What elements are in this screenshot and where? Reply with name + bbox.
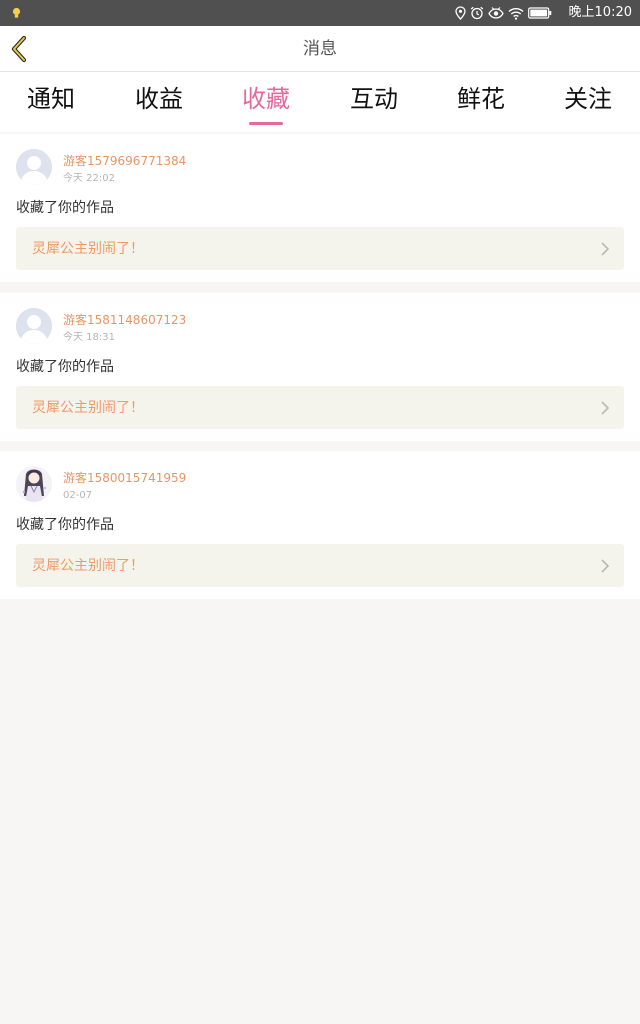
work-link[interactable]: 灵犀公主别闹了！ — [16, 386, 624, 429]
tab-earnings[interactable]: 收益 — [109, 82, 209, 116]
work-title: 灵犀公主别闹了！ — [32, 400, 144, 416]
default-avatar-icon — [16, 149, 52, 185]
bulb-icon — [12, 7, 21, 18]
avatar[interactable] — [16, 308, 52, 344]
chevron-right-icon — [601, 401, 610, 415]
timestamp: 02-07 — [63, 490, 93, 501]
alarm-icon — [470, 6, 484, 20]
timestamp: 今天 22:02 — [63, 173, 115, 184]
page-title: 消息 — [303, 39, 337, 59]
active-tab-indicator — [249, 122, 283, 125]
nav-header: 消息 — [0, 26, 640, 72]
tab-favorites[interactable]: 收藏 — [216, 82, 316, 116]
chevron-right-icon — [601, 559, 610, 573]
username[interactable]: 游客1579696771384 — [63, 154, 186, 169]
username[interactable]: 游客1581148607123 — [63, 313, 186, 328]
status-bar: 晚上10:20 — [0, 0, 640, 26]
chevron-right-icon — [601, 242, 610, 256]
status-icons — [455, 5, 552, 21]
action-text: 收藏了你的作品 — [16, 517, 114, 533]
action-text: 收藏了你的作品 — [16, 200, 114, 216]
tab-flowers[interactable]: 鲜花 — [431, 82, 531, 116]
work-title: 灵犀公主别闹了！ — [32, 241, 144, 257]
message-item: 游客1580015741959 02-07 收藏了你的作品 灵犀公主别闹了！ — [0, 451, 640, 599]
eye-icon — [488, 7, 504, 19]
battery-icon — [528, 7, 552, 19]
work-link[interactable]: 灵犀公主别闹了！ — [16, 544, 624, 587]
action-text: 收藏了你的作品 — [16, 359, 114, 375]
tab-interactions[interactable]: 互动 — [324, 82, 424, 116]
tab-following[interactable]: 关注 — [538, 82, 638, 116]
default-avatar-icon — [16, 308, 52, 344]
avatar[interactable] — [16, 466, 52, 502]
location-icon — [455, 6, 466, 20]
avatar[interactable] — [16, 149, 52, 185]
message-tabs: 通知 收益 收藏 互动 鲜花 关注 — [0, 72, 640, 132]
status-time: 晚上10:20 — [568, 5, 632, 20]
username[interactable]: 游客1580015741959 — [63, 471, 186, 486]
wifi-icon — [508, 7, 524, 20]
message-item: 游客1579696771384 今天 22:02 收藏了你的作品 灵犀公主别闹了… — [0, 134, 640, 282]
tab-notifications[interactable]: 通知 — [1, 82, 101, 116]
message-item: 游客1581148607123 今天 18:31 收藏了你的作品 灵犀公主别闹了… — [0, 293, 640, 441]
timestamp: 今天 18:31 — [63, 332, 115, 343]
work-title: 灵犀公主别闹了！ — [32, 558, 144, 574]
anime-character-avatar-icon — [16, 466, 52, 502]
work-link[interactable]: 灵犀公主别闹了！ — [16, 227, 624, 270]
